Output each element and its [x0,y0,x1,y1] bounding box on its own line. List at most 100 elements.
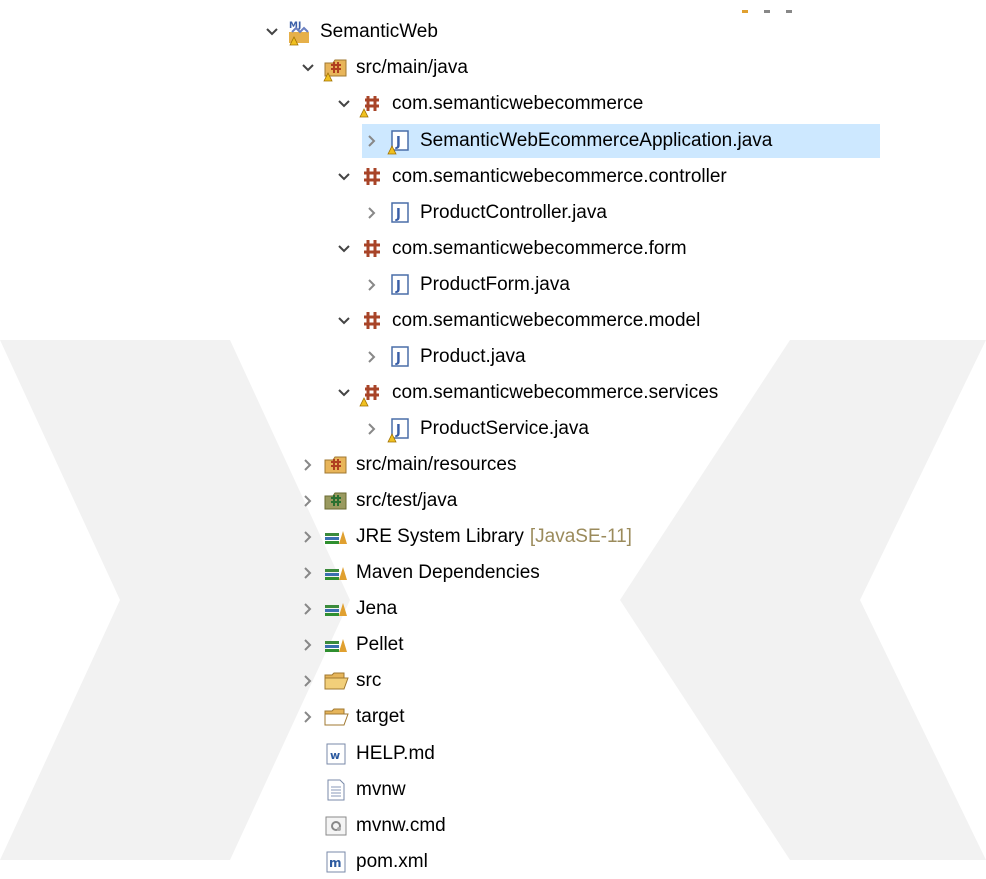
tree-item-productcontroller-java[interactable]: J ProductController.java [362,196,607,230]
chevron-down-icon[interactable] [298,51,318,85]
svg-text:w: w [330,749,340,762]
tree-item-src-main-resources[interactable]: src/main/resources [298,448,517,482]
java-file-icon: J [386,343,414,371]
tree-item-semanticweb[interactable]: MJ SemanticWeb [262,15,438,49]
svg-text:J: J [395,207,401,222]
tree-item-pom-xml[interactable]: m pom.xml [318,845,428,879]
svg-text:J: J [395,351,401,366]
chevron-right-icon[interactable] [298,556,318,590]
library-icon [322,631,350,659]
tree-item-label: Maven Dependencies [356,562,540,583]
tree-item-pellet[interactable]: Pellet [298,628,404,662]
test-source-folder-icon [322,487,350,515]
folder-icon [322,703,350,731]
chevron-down-icon[interactable] [262,15,282,49]
tree-item-label: src [356,670,382,691]
package-icon [358,163,386,191]
chevron-right-icon[interactable] [298,484,318,518]
tree-item-label: com.semanticwebecommerce.controller [392,166,727,187]
library-icon [322,595,350,623]
chevron-right-icon[interactable] [298,520,318,554]
tree-item-productservice-java[interactable]: J ProductService.java [362,412,589,446]
text-file-icon [322,776,350,804]
tree-item-label: JRE System Library [356,526,524,547]
chevron-down-icon[interactable] [334,376,354,410]
chevron-right-icon[interactable] [362,340,382,374]
package-warning-icon [358,379,386,407]
tree-item-label: Jena [356,598,398,619]
chevron-right-icon[interactable] [362,268,382,302]
tree-item-label: src/main/java [356,57,468,78]
tree-item-label: com.semanticwebecommerce.services [392,382,719,403]
cmd-file-icon [322,812,350,840]
chevron-right-icon[interactable] [362,196,382,230]
library-icon [322,523,350,551]
package-warning-icon [358,90,386,118]
chevron-right-icon[interactable] [298,592,318,626]
chevron-down-icon[interactable] [334,304,354,338]
tree-item-label: mvnw.cmd [356,815,446,836]
tree-item-application-java[interactable]: J SemanticWebEcommerceApplication.java [362,124,880,158]
tree-item-label: pom.xml [356,851,428,872]
chevron-right-icon[interactable] [298,700,318,734]
folder-open-icon [322,667,350,695]
tree-item-product-java[interactable]: J Product.java [362,340,526,374]
tree-item-label: ProductForm.java [420,274,570,295]
tree-item-label: com.semanticwebecommerce.form [392,238,687,259]
tree-item-package-root[interactable]: com.semanticwebecommerce [334,87,643,121]
tree-item-jre-system-library[interactable]: JRE System Library [JavaSE-11] [298,520,632,554]
chevron-right-icon[interactable] [362,124,382,158]
svg-text:m: m [329,856,342,870]
tree-item-label: com.semanticwebecommerce [392,93,644,114]
tree-item-package-services[interactable]: com.semanticwebecommerce.services [334,376,718,410]
chevron-right-icon[interactable] [298,628,318,662]
chevron-down-icon[interactable] [334,160,354,194]
top-cropped-toolbar [742,3,812,21]
tree-item-decoration: [JavaSE-11] [529,526,632,547]
library-icon [322,559,350,587]
svg-text:J: J [395,135,401,150]
tree-item-maven-dependencies[interactable]: Maven Dependencies [298,556,540,590]
source-folder-icon [322,451,350,479]
java-file-icon: J [386,271,414,299]
tree-item-package-form[interactable]: com.semanticwebecommerce.form [334,232,687,266]
tree-item-src[interactable]: src [298,664,381,698]
tree-item-productform-java[interactable]: J ProductForm.java [362,268,570,302]
tree-item-src-main-java[interactable]: src/main/java [298,51,468,85]
svg-text:J: J [395,279,401,294]
tree-item-jena[interactable]: Jena [298,592,397,626]
java-file-warning-icon: J [386,127,414,155]
maven-pom-icon: m [322,848,350,876]
tree-item-label: ProductService.java [420,418,589,439]
java-file-icon: J [386,199,414,227]
tree-item-label: com.semanticwebecommerce.model [392,310,701,331]
tree-item-label: mvnw [356,779,406,800]
svg-text:J: J [395,423,401,438]
tree-item-label: SemanticWeb [320,21,438,42]
tree-item-label: src/main/resources [356,454,517,475]
java-file-warning-icon: J [386,415,414,443]
tree-item-package-model[interactable]: com.semanticwebecommerce.model [334,304,700,338]
tree-item-label: src/test/java [356,490,458,511]
word-file-icon: w [322,740,350,768]
chevron-down-icon[interactable] [334,232,354,266]
source-folder-warning-icon [322,54,350,82]
tree-item-mvnw[interactable]: mvnw [318,773,406,807]
tree-item-label: Pellet [356,634,404,655]
tree-item-label: HELP.md [356,743,435,764]
tree-item-target[interactable]: target [298,700,405,734]
chevron-right-icon[interactable] [298,664,318,698]
tree-item-label: target [356,706,405,727]
chevron-down-icon[interactable] [334,87,354,121]
chevron-right-icon[interactable] [298,448,318,482]
package-icon [358,235,386,263]
tree-item-mvnw-cmd[interactable]: mvnw.cmd [318,809,446,843]
chevron-right-icon[interactable] [362,412,382,446]
tree-item-help-md[interactable]: w HELP.md [318,737,435,771]
maven-project-icon: MJ [286,18,314,46]
tree-item-label: ProductController.java [420,202,607,223]
tree-item-src-test-java[interactable]: src/test/java [298,484,457,518]
package-icon [358,307,386,335]
tree-item-package-controller[interactable]: com.semanticwebecommerce.controller [334,160,727,194]
tree-item-label: SemanticWebEcommerceApplication.java [420,130,773,151]
